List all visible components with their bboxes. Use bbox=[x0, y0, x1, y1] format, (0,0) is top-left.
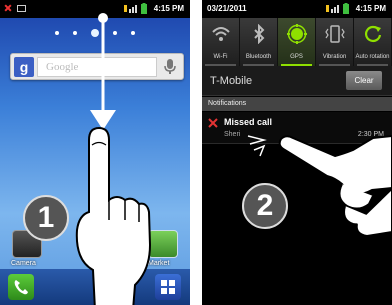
toggle-label: Vibration bbox=[322, 54, 347, 60]
bluetooth-icon bbox=[253, 24, 264, 44]
toggle-bluetooth[interactable]: Bluetooth bbox=[240, 18, 278, 66]
toggle-vibration[interactable]: Vibration bbox=[316, 18, 354, 66]
camera-label: Camera bbox=[11, 260, 36, 267]
phone-icon bbox=[14, 280, 28, 295]
hand-pointer-icon bbox=[278, 134, 392, 238]
quick-settings-toggles: Wi-Fi Bluetooth GPS Vibration Auto rotat… bbox=[202, 18, 392, 66]
toggle-gps[interactable]: GPS bbox=[278, 18, 316, 66]
gps-icon bbox=[286, 24, 307, 44]
status-date: 03/21/2011 bbox=[207, 4, 247, 13]
notifications-header: Notifications bbox=[202, 97, 392, 111]
wifi-icon bbox=[211, 27, 230, 41]
vibration-icon bbox=[324, 25, 345, 43]
toggle-label: Auto rotation bbox=[355, 54, 390, 60]
notification-title: Missed call bbox=[224, 117, 273, 127]
screenshot-status-icon bbox=[17, 5, 26, 12]
status-bar: 03/21/2011 4:15 PM bbox=[202, 0, 392, 18]
notification-panel-phone: 03/21/2011 4:15 PM Wi-Fi Bluetooth GPS V… bbox=[202, 0, 392, 305]
rotation-icon bbox=[364, 25, 381, 42]
carrier-row: T-Mobile Clear bbox=[202, 66, 392, 96]
page-dot bbox=[55, 31, 59, 35]
applications-icon[interactable] bbox=[155, 274, 181, 300]
missed-call-icon bbox=[208, 118, 218, 128]
toggle-label: GPS bbox=[290, 54, 303, 60]
status-time: 4:15 PM bbox=[355, 4, 386, 13]
mic-icon[interactable] bbox=[163, 59, 177, 75]
hand-pointer-icon bbox=[75, 126, 152, 305]
grid-icon bbox=[161, 280, 175, 294]
toggle-label: Wi-Fi bbox=[213, 54, 228, 60]
toggle-wifi[interactable]: Wi-Fi bbox=[202, 18, 240, 66]
step-two-badge: 2 bbox=[242, 183, 288, 229]
carrier-name: T-Mobile bbox=[210, 75, 253, 87]
google-logo[interactable]: g bbox=[14, 57, 34, 77]
toggle-label: Bluetooth bbox=[245, 54, 272, 60]
status-time: 4:15 PM bbox=[153, 4, 184, 13]
phone-app-icon[interactable] bbox=[8, 274, 34, 300]
page-dot bbox=[73, 31, 77, 35]
tap-indicator-icon bbox=[247, 135, 267, 157]
step-one-badge: 1 bbox=[23, 195, 69, 241]
missed-call-status-icon bbox=[4, 4, 12, 12]
page-dot bbox=[131, 31, 135, 35]
home-screen-phone: 4:15 PM g Google Camera Market 1 bbox=[0, 0, 190, 305]
signal-battery-icon bbox=[326, 3, 349, 14]
signal-battery-icon bbox=[124, 3, 147, 14]
toggle-auto-rotation[interactable]: Auto rotation bbox=[354, 18, 392, 66]
notification-caller: Sheri bbox=[224, 131, 241, 138]
clear-button[interactable]: Clear bbox=[346, 71, 382, 90]
swipe-down-arrow bbox=[90, 13, 116, 130]
